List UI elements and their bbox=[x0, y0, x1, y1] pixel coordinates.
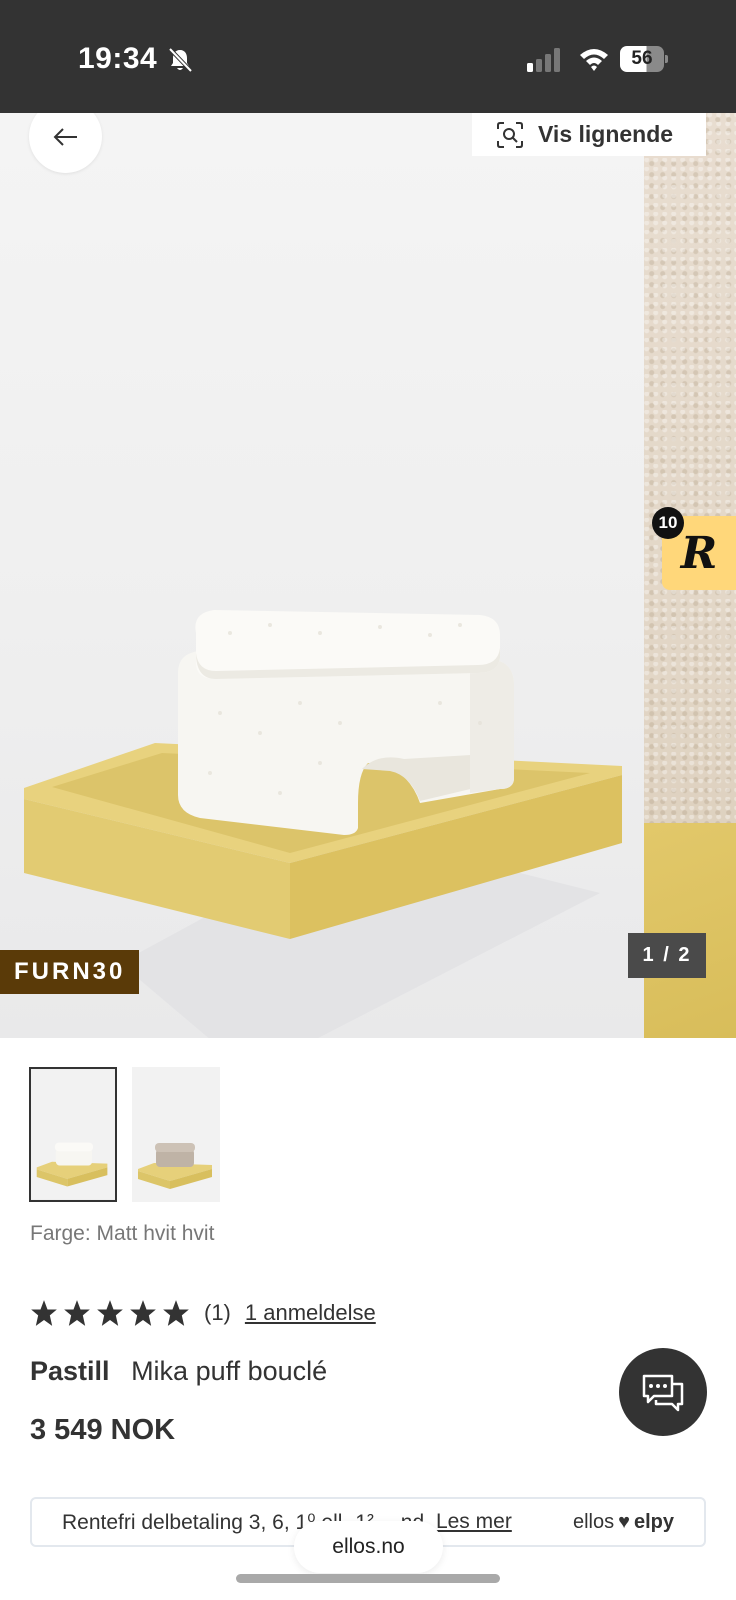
product-title: Pastill Mika puff bouclé bbox=[30, 1356, 327, 1387]
product-image-next-peek-base bbox=[644, 823, 736, 1038]
show-similar-button[interactable]: Vis lignende bbox=[472, 113, 706, 156]
battery-level: 56 bbox=[631, 48, 653, 69]
color-selection-label: Farge: Matt hvit hvit bbox=[30, 1222, 214, 1246]
elpy-logo: elpy bbox=[633, 1511, 674, 1533]
heart-icon: ♥ bbox=[618, 1511, 630, 1533]
thumbnail-white[interactable] bbox=[29, 1067, 117, 1202]
show-similar-label: Vis lignende bbox=[538, 121, 674, 147]
rating-stars bbox=[30, 1299, 190, 1327]
product-photo bbox=[24, 610, 622, 1038]
financing-logos: ellos ♥ elpy bbox=[573, 1511, 674, 1534]
thumbnail-white-image bbox=[31, 1070, 115, 1199]
browser-url-bar[interactable]: ellos.no bbox=[294, 1521, 443, 1573]
star-icon bbox=[130, 1300, 156, 1326]
reward-letter: R bbox=[680, 527, 718, 579]
bell-slash-icon bbox=[168, 47, 193, 73]
promo-code-label: FURN30 bbox=[0, 950, 140, 994]
reward-count-badge: 10 bbox=[652, 507, 684, 539]
chat-button[interactable] bbox=[619, 1348, 707, 1436]
arrow-left-icon bbox=[53, 127, 77, 146]
wifi-icon bbox=[580, 49, 608, 71]
star-icon bbox=[97, 1300, 123, 1326]
color-label-prefix: Farge: bbox=[30, 1222, 91, 1245]
star-icon bbox=[64, 1300, 90, 1326]
status-time: 19:34 bbox=[78, 42, 158, 75]
product-image-gallery[interactable]: Vis lignende R 10 FURN30 1 / 2 bbox=[0, 113, 736, 1038]
product-name: Mika puff bouclé bbox=[131, 1356, 328, 1386]
image-counter: 1 / 2 bbox=[628, 933, 706, 978]
thumbnail-beige-image bbox=[132, 1067, 220, 1202]
product-price: 3 549 NOK bbox=[30, 1414, 176, 1446]
reviews-link[interactable]: 1 anmeldelse bbox=[245, 1300, 376, 1326]
cellular-signal-icon bbox=[527, 48, 560, 72]
home-indicator[interactable] bbox=[236, 1574, 500, 1583]
color-value: Matt hvit hvit bbox=[96, 1222, 215, 1245]
financing-read-more-link[interactable]: Les mer bbox=[436, 1510, 512, 1534]
visual-search-icon bbox=[497, 121, 523, 148]
rating-count: (1) bbox=[204, 1300, 231, 1325]
status-bar: 19:34 56 bbox=[0, 0, 736, 113]
ellos-logo: ellos bbox=[572, 1511, 615, 1533]
star-icon bbox=[31, 1300, 57, 1326]
battery-icon: 56 bbox=[620, 46, 668, 72]
chat-icon bbox=[642, 1374, 684, 1412]
star-icon bbox=[163, 1300, 189, 1326]
product-brand[interactable]: Pastill bbox=[30, 1356, 110, 1386]
thumbnail-beige[interactable] bbox=[132, 1067, 220, 1202]
rating-row: (1) 1 anmeldelse bbox=[30, 1296, 376, 1330]
